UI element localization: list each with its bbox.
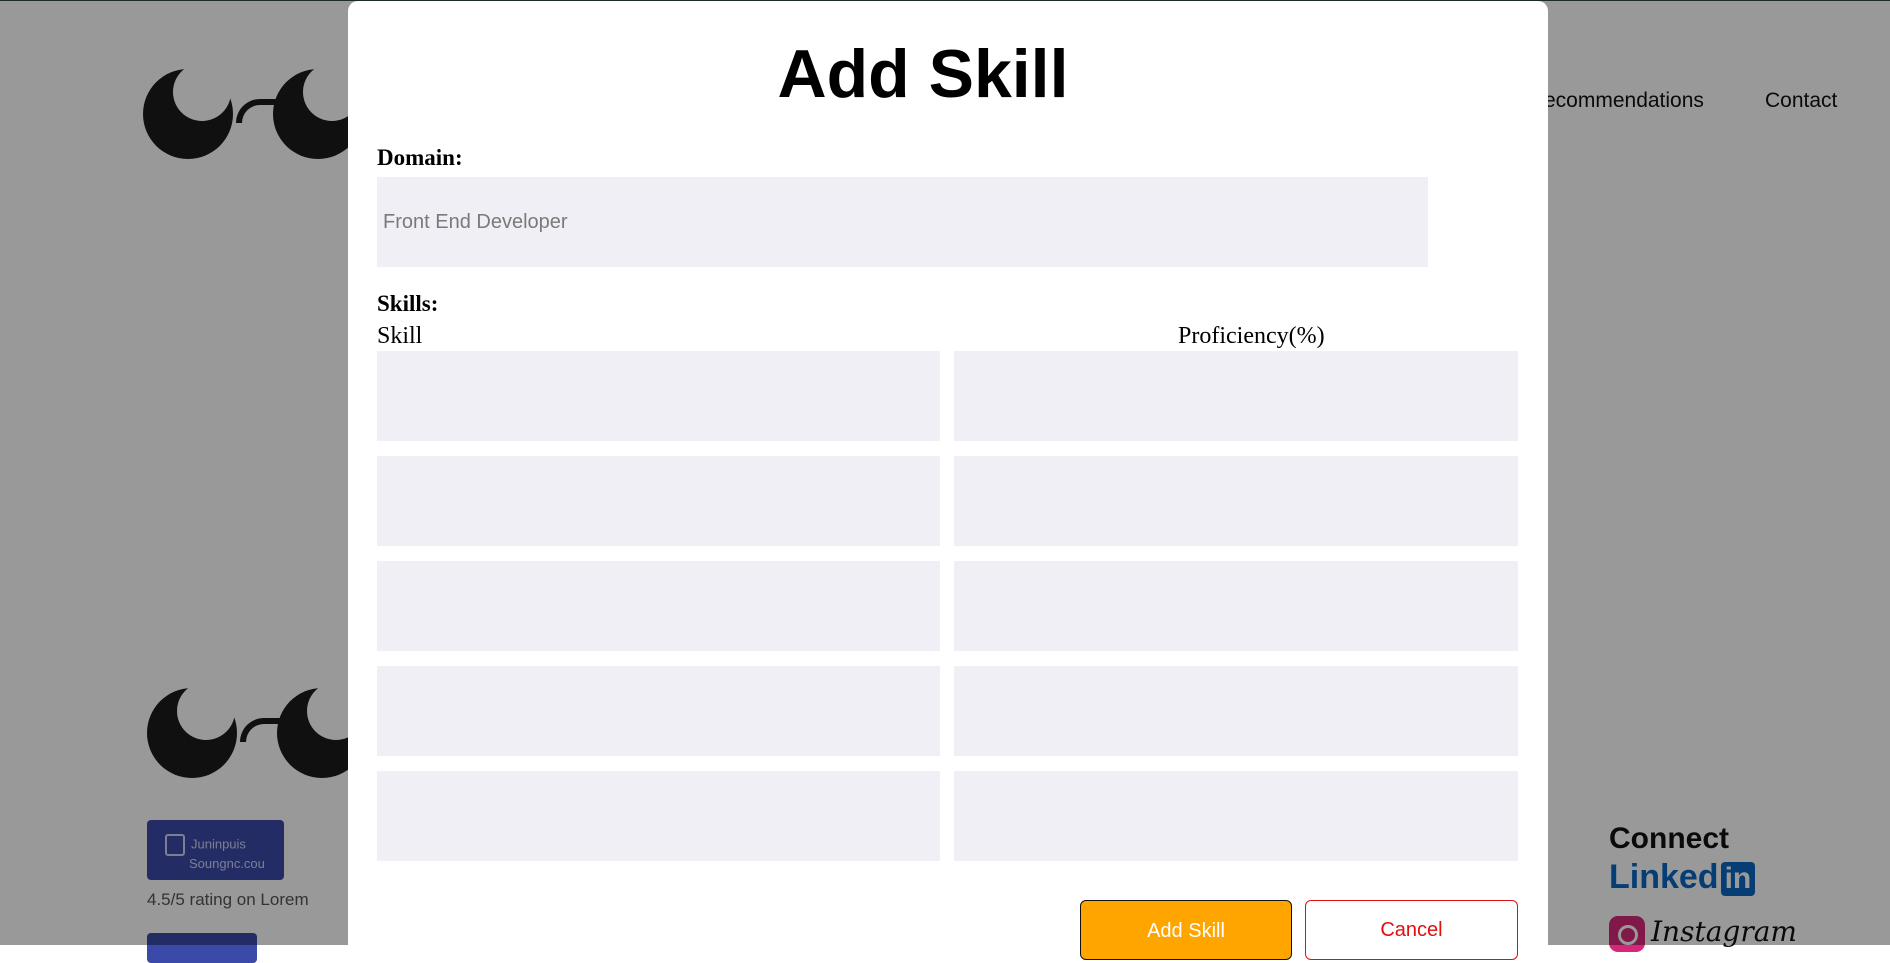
- skill-input-2[interactable]: [377, 456, 940, 546]
- add-skill-modal: Add Skill Domain: Skills: Skill Proficie…: [348, 1, 1548, 961]
- proficiency-input-1[interactable]: [954, 351, 1518, 441]
- proficiency-input-5[interactable]: [954, 771, 1518, 861]
- proficiency-input-4[interactable]: [954, 666, 1518, 756]
- proficiency-input-3[interactable]: [954, 561, 1518, 651]
- domain-input[interactable]: [377, 177, 1428, 267]
- skill-input-1[interactable]: [377, 351, 940, 441]
- modal-title: Add Skill: [777, 36, 1069, 112]
- skill-column-header: Skill: [377, 323, 423, 349]
- skill-input-3[interactable]: [377, 561, 940, 651]
- proficiency-column-header: Proficiency(%): [1178, 323, 1325, 349]
- proficiency-input-2[interactable]: [954, 456, 1518, 546]
- skill-input-5[interactable]: [377, 771, 940, 861]
- add-skill-button[interactable]: Add Skill: [1080, 900, 1292, 960]
- cancel-button[interactable]: Cancel: [1305, 900, 1518, 960]
- skills-label: Skills:: [377, 291, 439, 316]
- skill-input-4[interactable]: [377, 666, 940, 756]
- domain-label: Domain:: [377, 145, 463, 170]
